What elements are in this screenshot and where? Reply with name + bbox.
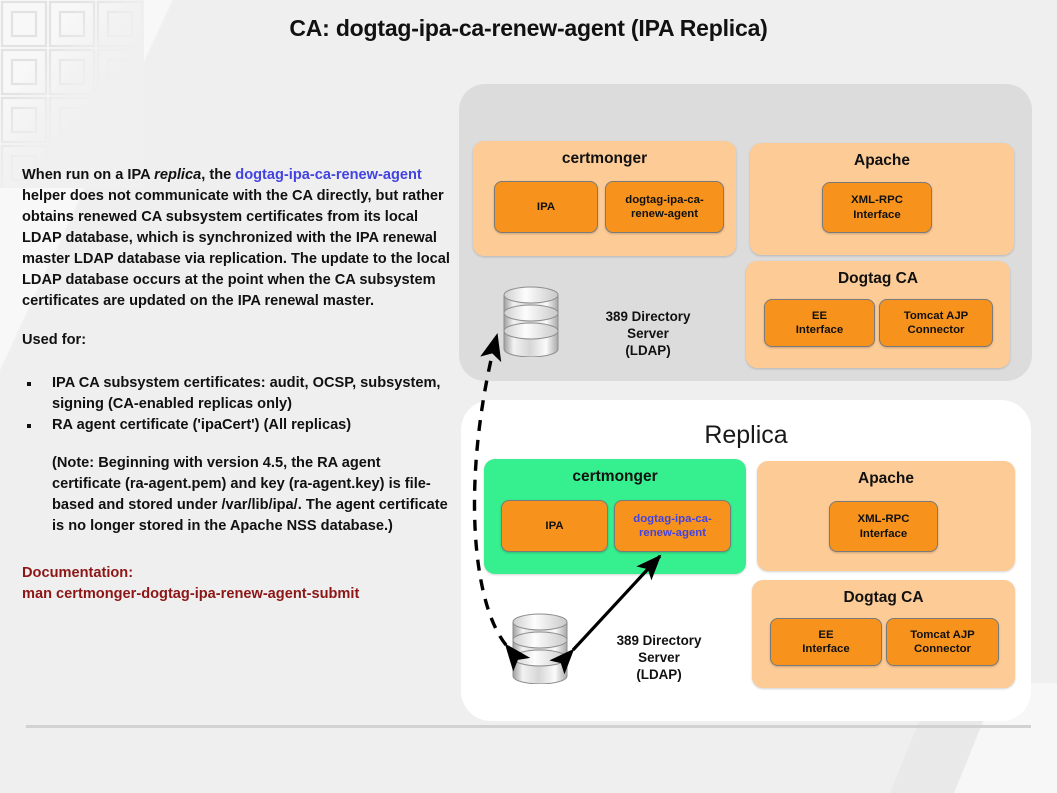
replica-renew-agent-label: dogtag-ipa-ca-renew-agent xyxy=(633,512,712,539)
intro-highlight-agent: dogtag-ipa-ca-renew-agent xyxy=(235,167,422,183)
list-item: IPA CA subsystem certificates: audit, OC… xyxy=(22,373,452,414)
replica-panel-caption: Replica xyxy=(704,421,788,449)
replica-dogtag-tomcat-box[interactable]: Tomcat AJP Connector xyxy=(886,618,999,666)
replica-certmonger-ipa-box[interactable]: IPA xyxy=(501,500,608,552)
intro-part2: , the xyxy=(201,167,236,183)
master-certmonger-renew-agent-box[interactable]: dogtag-ipa-ca-renew-agent xyxy=(605,181,724,233)
master-database-icon xyxy=(503,286,559,357)
page-title: CA: dogtag-ipa-ca-renew-agent (IPA Repli… xyxy=(289,15,768,41)
used-for-list: IPA CA subsystem certificates: audit, OC… xyxy=(22,373,452,436)
master-certmonger-ipa-box[interactable]: IPA xyxy=(494,181,598,233)
master-certmonger-title: certmonger xyxy=(561,150,648,167)
slide-canvas: CA: dogtag-ipa-ca-renew-agent (IPA Repli… xyxy=(0,0,1057,793)
replica-dogtag-ee-box[interactable]: EE Interface xyxy=(770,618,882,666)
intro-part3: helper does not communicate with the CA … xyxy=(22,188,450,309)
master-tomcat-label: Tomcat AJP Connector xyxy=(903,309,969,336)
replica-ipa-label: IPA xyxy=(545,519,564,532)
master-apache-title: Apache xyxy=(854,152,910,169)
intro-part1: When run on a IPA xyxy=(22,167,155,183)
replica-xmlrpc-label: XML-RPC Interface xyxy=(857,513,910,540)
footer-divider xyxy=(26,725,1031,728)
master-xmlrpc-label: XML-RPC Interface xyxy=(851,194,903,221)
list-item: RA agent certificate ('ipaCert') (All re… xyxy=(22,415,452,436)
replica-apache-title: Apache xyxy=(858,470,914,487)
replica-dogtag-ca-title: Dogtag CA xyxy=(843,589,924,606)
replica-apache-xmlrpc-box[interactable]: XML-RPC Interface xyxy=(829,501,938,552)
used-for-label: Used for: xyxy=(22,332,87,348)
description-column: When run on a IPA replica, the dogtag-ip… xyxy=(22,165,452,605)
master-dogtag-ca-title: Dogtag CA xyxy=(837,270,919,287)
replica-ldap-label: 389 Directory Server (LDAP) xyxy=(616,633,702,683)
documentation-label: Documentation: xyxy=(22,565,134,582)
intro-emphasis: replica xyxy=(154,167,202,183)
replica-database-icon xyxy=(512,613,568,684)
master-ee-label: EE Interface xyxy=(795,309,844,336)
note-paragraph: (Note: Beginning with version 4.5, the R… xyxy=(52,455,448,535)
master-apache-xmlrpc-box[interactable]: XML-RPC Interface xyxy=(822,182,932,233)
documentation-command: man certmonger-dogtag-ipa-renew-agent-su… xyxy=(22,586,360,603)
replica-ee-label: EE Interface xyxy=(802,628,850,655)
replica-certmonger-renew-agent-box[interactable]: dogtag-ipa-ca-renew-agent xyxy=(614,500,731,552)
master-ipa-label: IPA xyxy=(536,200,556,213)
master-dogtag-ee-box[interactable]: EE Interface xyxy=(764,299,875,347)
intro-paragraph: When run on a IPA replica, the dogtag-ip… xyxy=(22,165,452,312)
master-dogtag-tomcat-box[interactable]: Tomcat AJP Connector xyxy=(879,299,993,347)
replica-certmonger-title: certmonger xyxy=(572,468,658,485)
documentation-block: Documentation: man certmonger-dogtag-ipa… xyxy=(22,563,452,605)
master-ldap-label: 389 Directory Server (LDAP) xyxy=(605,309,691,359)
master-renew-agent-label: dogtag-ipa-ca-renew-agent xyxy=(625,193,704,220)
replica-tomcat-label: Tomcat AJP Connector xyxy=(910,628,975,655)
